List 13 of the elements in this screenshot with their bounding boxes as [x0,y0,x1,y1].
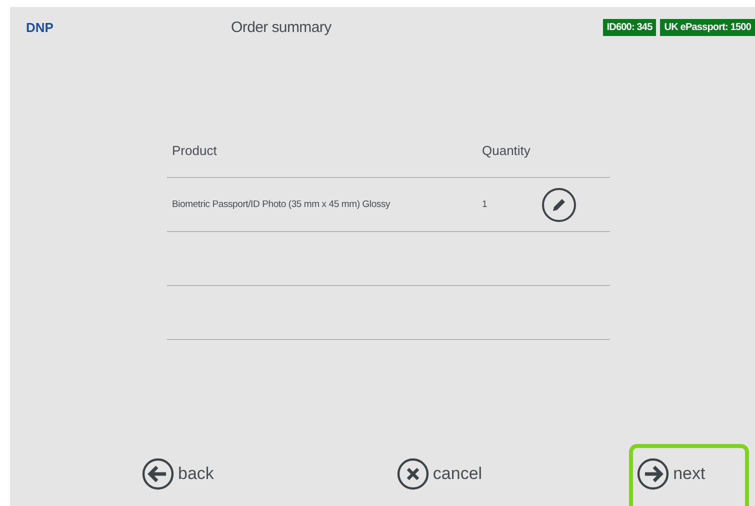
column-header: Product [171,143,218,158]
back-button[interactable]: back [134,444,258,506]
counter-badge: UK ePassport: 1500 [660,18,755,36]
next-button[interactable]: next [629,444,750,506]
close-icon [396,458,429,490]
quantity-cell-text: 1 [482,199,488,210]
brand-logo: DNP [26,20,54,34]
page-title: Order summary [231,18,332,36]
product-cell-text: Biometric Passport/ID Photo (35 mm x 45 mm) Glossy [171,199,392,210]
edit-button[interactable] [542,188,576,222]
cancel-button[interactable]: cancel [388,444,526,506]
column-header: Quantity [482,143,530,158]
counter-badge: ID600: 345 [602,18,656,36]
